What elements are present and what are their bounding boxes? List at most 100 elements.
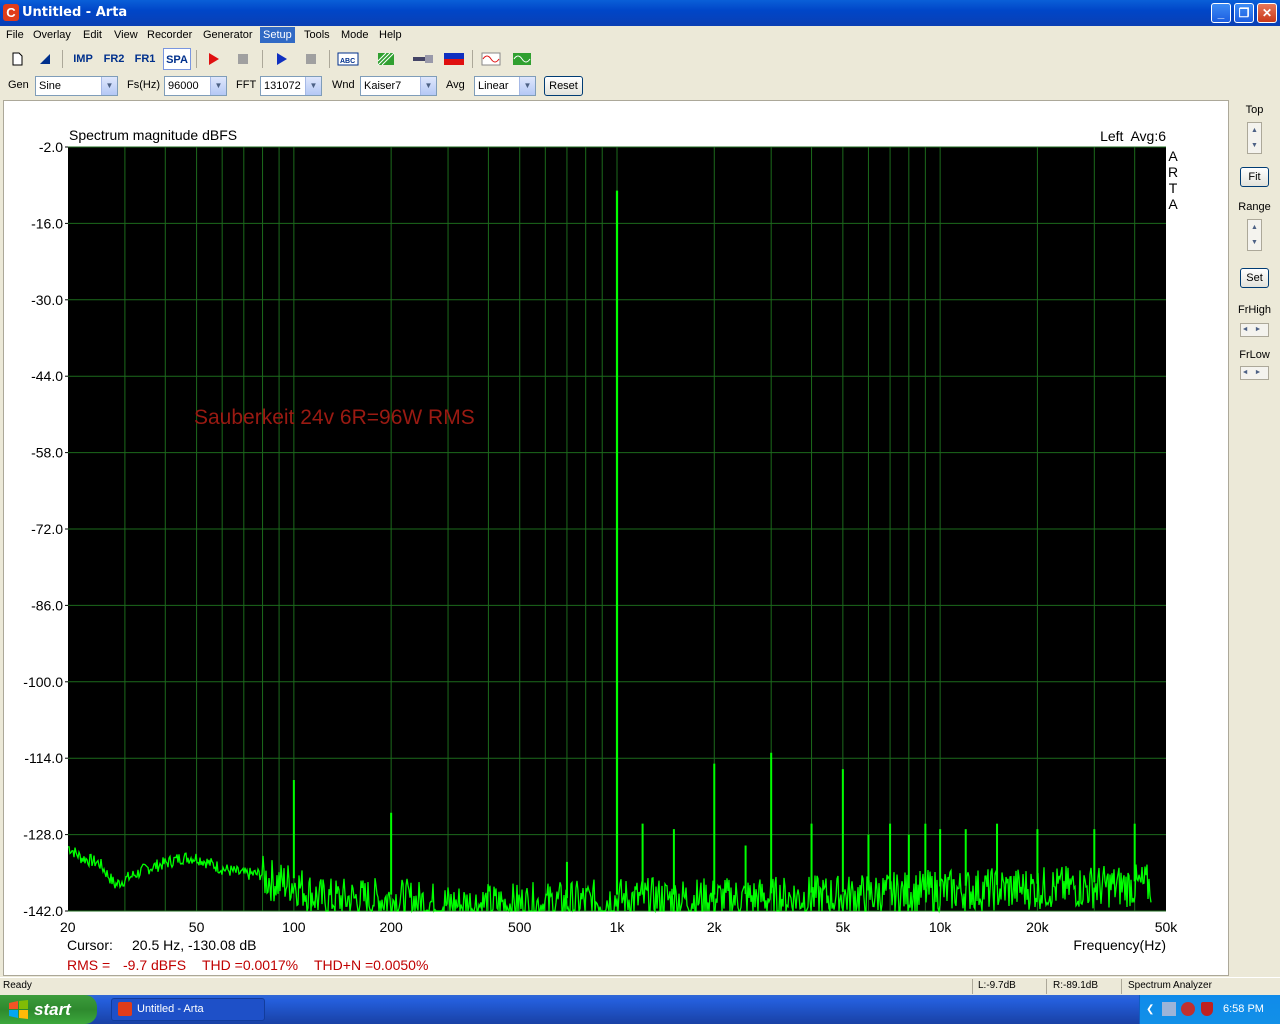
rms-value: -9.7 dBFS — [123, 957, 186, 973]
spa-button[interactable]: SPA — [163, 48, 191, 70]
window-title: Untitled - Arta — [22, 5, 128, 20]
fft-value: 131072 — [264, 80, 301, 92]
gen-value: Sine — [39, 80, 62, 92]
range-label: Range — [1238, 201, 1271, 213]
fit-button[interactable]: Fit — [1240, 167, 1269, 187]
fr1-button[interactable]: FR1 — [132, 48, 158, 70]
fft-select[interactable]: 131072 ▼ — [260, 76, 322, 96]
menu-help[interactable]: Help — [376, 27, 405, 43]
avg-label: Avg — [446, 79, 465, 91]
chevron-down-icon[interactable]: ▼ — [101, 77, 117, 95]
thd-readout: THD =0.0017% — [202, 957, 298, 973]
menu-tools[interactable]: Tools — [301, 27, 333, 43]
avg-select[interactable]: Linear ▼ — [474, 76, 536, 96]
hatch-icon[interactable] — [374, 48, 398, 70]
brand-letter: A — [1168, 196, 1178, 212]
frlow-spinner[interactable]: ◄► — [1240, 366, 1269, 380]
menu-generator[interactable]: Generator — [200, 27, 256, 43]
frhigh-spinner[interactable]: ◄► — [1240, 323, 1269, 337]
abc-icon[interactable]: ABC — [336, 48, 360, 70]
chevron-down-icon[interactable]: ▼ — [519, 77, 535, 95]
range-spinner[interactable]: ▲ ▼ — [1247, 219, 1262, 251]
gen-select[interactable]: Sine ▼ — [35, 76, 118, 96]
y-tick-label: -86.0 — [31, 597, 63, 613]
network-icon[interactable] — [1162, 1002, 1176, 1016]
x-tick-label: 100 — [282, 919, 306, 935]
y-tick-label: -142.0 — [23, 903, 63, 919]
gen-label: Gen — [8, 79, 29, 91]
control-bar: Gen Sine ▼ Fs(Hz) 96000 ▼ FFT 131072 ▼ W… — [0, 74, 1280, 98]
set-button[interactable]: Set — [1240, 268, 1269, 288]
open-icon[interactable] — [33, 48, 57, 70]
menu-overlay[interactable]: Overlay — [30, 27, 74, 43]
spectrum-chart[interactable]: Spectrum magnitude dBFS Left Avg:6 A R T… — [4, 101, 1228, 975]
top-spinner[interactable]: ▲ ▼ — [1247, 122, 1262, 154]
fft-label: FFT — [236, 79, 257, 91]
fr2-button[interactable]: FR2 — [101, 48, 127, 70]
x-tick-label: 1k — [610, 919, 626, 935]
frlow-label: FrLow — [1239, 349, 1270, 361]
y-tick-label: -72.0 — [31, 521, 63, 537]
y-tick-label: -30.0 — [31, 292, 63, 308]
fs-label: Fs(Hz) — [127, 79, 160, 91]
graph-annotation: Sauberkeit 24v 6R=96W RMS — [194, 406, 475, 429]
restore-button[interactable]: ❐ — [1234, 3, 1254, 23]
shield-icon[interactable] — [1201, 1002, 1213, 1016]
app-icon[interactable]: C — [3, 4, 19, 21]
start-label: start — [34, 1000, 71, 1019]
y-axis-ticks: -2.0 -16.0 -30.0 -44.0 -58.0 -72.0 -86.0 -100.0… — [23, 139, 68, 919]
taskbar-item-arta[interactable]: Untitled - Arta — [111, 998, 265, 1021]
thdn-readout: THD+N =0.0050% — [314, 957, 428, 973]
graph-title: Spectrum magnitude dBFS — [69, 127, 237, 143]
x-tick-label: 200 — [379, 919, 403, 935]
status-bar: Ready L:-9.7dB R:-89.1dB Spectrum Analyz… — [0, 977, 1280, 996]
chevron-down-icon[interactable]: ▼ — [305, 77, 321, 95]
menu-file[interactable]: File — [3, 27, 27, 43]
fs-value: 96000 — [168, 80, 199, 92]
system-tray: ❮ 6:58 PM — [1139, 995, 1280, 1024]
menu-view[interactable]: View — [111, 27, 141, 43]
x-tick-label: 20 — [60, 919, 76, 935]
taskbar-item-label: Untitled - Arta — [137, 1003, 204, 1015]
close-button[interactable]: ✕ — [1257, 3, 1277, 23]
stop-playback-icon[interactable] — [299, 48, 323, 70]
minimize-button[interactable]: _ — [1211, 3, 1231, 23]
fs-select[interactable]: 96000 ▼ — [164, 76, 227, 96]
x-tick-label: 50k — [1155, 919, 1179, 935]
menu-recorder[interactable]: Recorder — [144, 27, 195, 43]
chevron-down-icon[interactable]: ▼ — [210, 77, 226, 95]
new-document-icon[interactable] — [5, 48, 29, 70]
brand-letter: T — [1169, 180, 1178, 196]
chevron-down-icon[interactable]: ▼ — [420, 77, 436, 95]
record-icon[interactable] — [201, 48, 225, 70]
tray-expand-icon[interactable]: ❮ — [1146, 1004, 1154, 1015]
x-tick-label: 500 — [508, 919, 532, 935]
menu-setup[interactable]: Setup — [260, 27, 295, 43]
flag-icon[interactable] — [442, 48, 466, 70]
wnd-label: Wnd — [332, 79, 355, 91]
scope-icon[interactable] — [510, 48, 534, 70]
cursor-label: Cursor: — [67, 937, 113, 953]
menu-edit[interactable]: Edit — [80, 27, 105, 43]
x-tick-label: 2k — [707, 919, 723, 935]
app-icon — [118, 1002, 132, 1016]
sine-icon[interactable] — [479, 48, 503, 70]
rms-label: RMS = — [67, 957, 110, 973]
start-button[interactable]: start — [0, 995, 97, 1024]
y-tick-label: -128.0 — [23, 827, 63, 843]
frhigh-label: FrHigh — [1237, 304, 1271, 316]
wnd-select[interactable]: Kaiser7 ▼ — [360, 76, 437, 96]
menu-mode[interactable]: Mode — [338, 27, 372, 43]
channel-label: Left Avg:6 — [1100, 128, 1166, 144]
play-icon[interactable] — [269, 48, 293, 70]
spectrum-graph-panel: Spectrum magnitude dBFS Left Avg:6 A R T… — [3, 100, 1229, 976]
title-bar: C Untitled - Arta _ ❐ ✕ — [0, 0, 1280, 26]
menu-bar: File Overlay Edit View Recorder Generato… — [0, 26, 1280, 44]
security-icon[interactable] — [1181, 1002, 1195, 1016]
x-tick-label: 10k — [929, 919, 953, 935]
stop-icon[interactable] — [231, 48, 255, 70]
reset-button[interactable]: Reset — [544, 76, 583, 96]
imp-button[interactable]: IMP — [70, 48, 96, 70]
cable-icon[interactable] — [411, 48, 435, 70]
windows-logo-icon — [9, 1000, 28, 1019]
